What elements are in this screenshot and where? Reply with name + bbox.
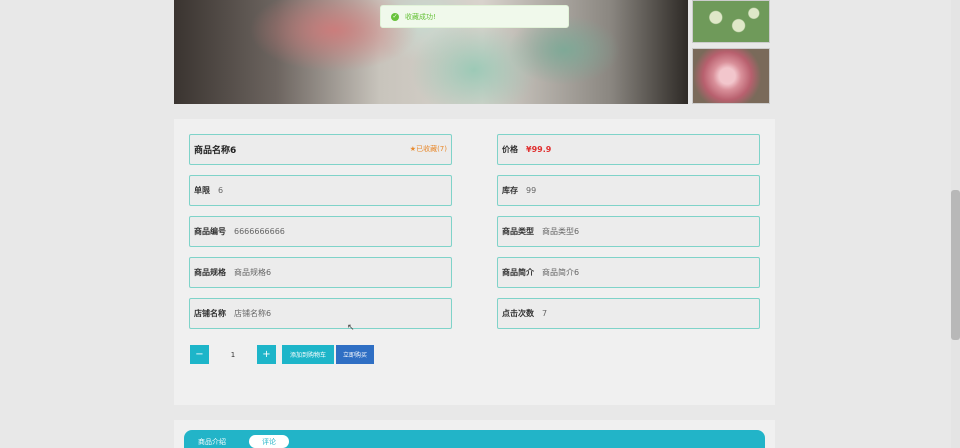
tab-comments[interactable]: 评论 bbox=[249, 435, 289, 448]
field-label: 点击次数 bbox=[502, 309, 534, 318]
field-label: 商品编号 bbox=[194, 227, 226, 236]
product-name-field: 商品名称6 ★已收藏(7) bbox=[189, 134, 452, 165]
quantity-stepper: − + bbox=[190, 345, 276, 364]
toast-message: 收藏成功! bbox=[405, 12, 436, 21]
limit-field: 单限 6 bbox=[189, 175, 452, 206]
field-label: 商品规格 bbox=[194, 268, 226, 277]
field-value: 7 bbox=[542, 309, 548, 318]
product-name: 商品名称6 bbox=[194, 146, 237, 156]
product-spec-field: 商品规格 商品规格6 bbox=[189, 257, 452, 288]
tab-product-intro[interactable]: 商品介绍 bbox=[198, 437, 226, 447]
field-value: 99 bbox=[526, 186, 537, 195]
favorite-label: 已收藏(7) bbox=[416, 145, 447, 153]
increase-button[interactable]: + bbox=[257, 345, 276, 364]
field-label: 库存 bbox=[502, 186, 518, 195]
quantity-input[interactable] bbox=[209, 345, 257, 364]
field-label: 价格 bbox=[502, 145, 518, 154]
product-summary-field: 商品简介 商品简介6 bbox=[497, 257, 760, 288]
field-value: 店铺名称6 bbox=[234, 309, 272, 318]
field-label: 商品类型 bbox=[502, 227, 534, 236]
field-label: 单限 bbox=[194, 186, 210, 195]
check-circle-icon: ✓ bbox=[391, 12, 399, 21]
field-label: 商品简介 bbox=[502, 268, 534, 277]
buy-now-button[interactable]: 立即购买 bbox=[336, 345, 374, 364]
shop-name-field: 店铺名称 店铺名称6 bbox=[189, 298, 452, 329]
product-code-field: 商品编号 6666666666 bbox=[189, 216, 452, 247]
add-to-cart-button[interactable]: 添加到购物车 bbox=[282, 345, 334, 364]
price-value: ¥99.9 bbox=[526, 145, 552, 154]
field-value: 6666666666 bbox=[234, 227, 285, 236]
field-value: 商品规格6 bbox=[234, 268, 272, 277]
scrollbar-thumb[interactable] bbox=[951, 190, 960, 340]
click-count-field: 点击次数 7 bbox=[497, 298, 760, 329]
field-label: 店铺名称 bbox=[194, 309, 226, 318]
field-value: 6 bbox=[218, 186, 224, 195]
success-toast: ✓ 收藏成功! bbox=[380, 5, 569, 28]
product-thumbnail-1[interactable] bbox=[692, 0, 770, 43]
decrease-button[interactable]: − bbox=[190, 345, 209, 364]
price-field: 价格 ¥99.9 bbox=[497, 134, 760, 165]
favorite-button[interactable]: ★已收藏(7) bbox=[410, 144, 447, 154]
product-thumbnail-2[interactable] bbox=[692, 48, 770, 104]
mouse-pointer-icon: ↖ bbox=[347, 323, 355, 333]
field-value: 商品类型6 bbox=[542, 227, 580, 236]
field-value: 商品简介6 bbox=[542, 268, 580, 277]
stock-field: 库存 99 bbox=[497, 175, 760, 206]
product-type-field: 商品类型 商品类型6 bbox=[497, 216, 760, 247]
